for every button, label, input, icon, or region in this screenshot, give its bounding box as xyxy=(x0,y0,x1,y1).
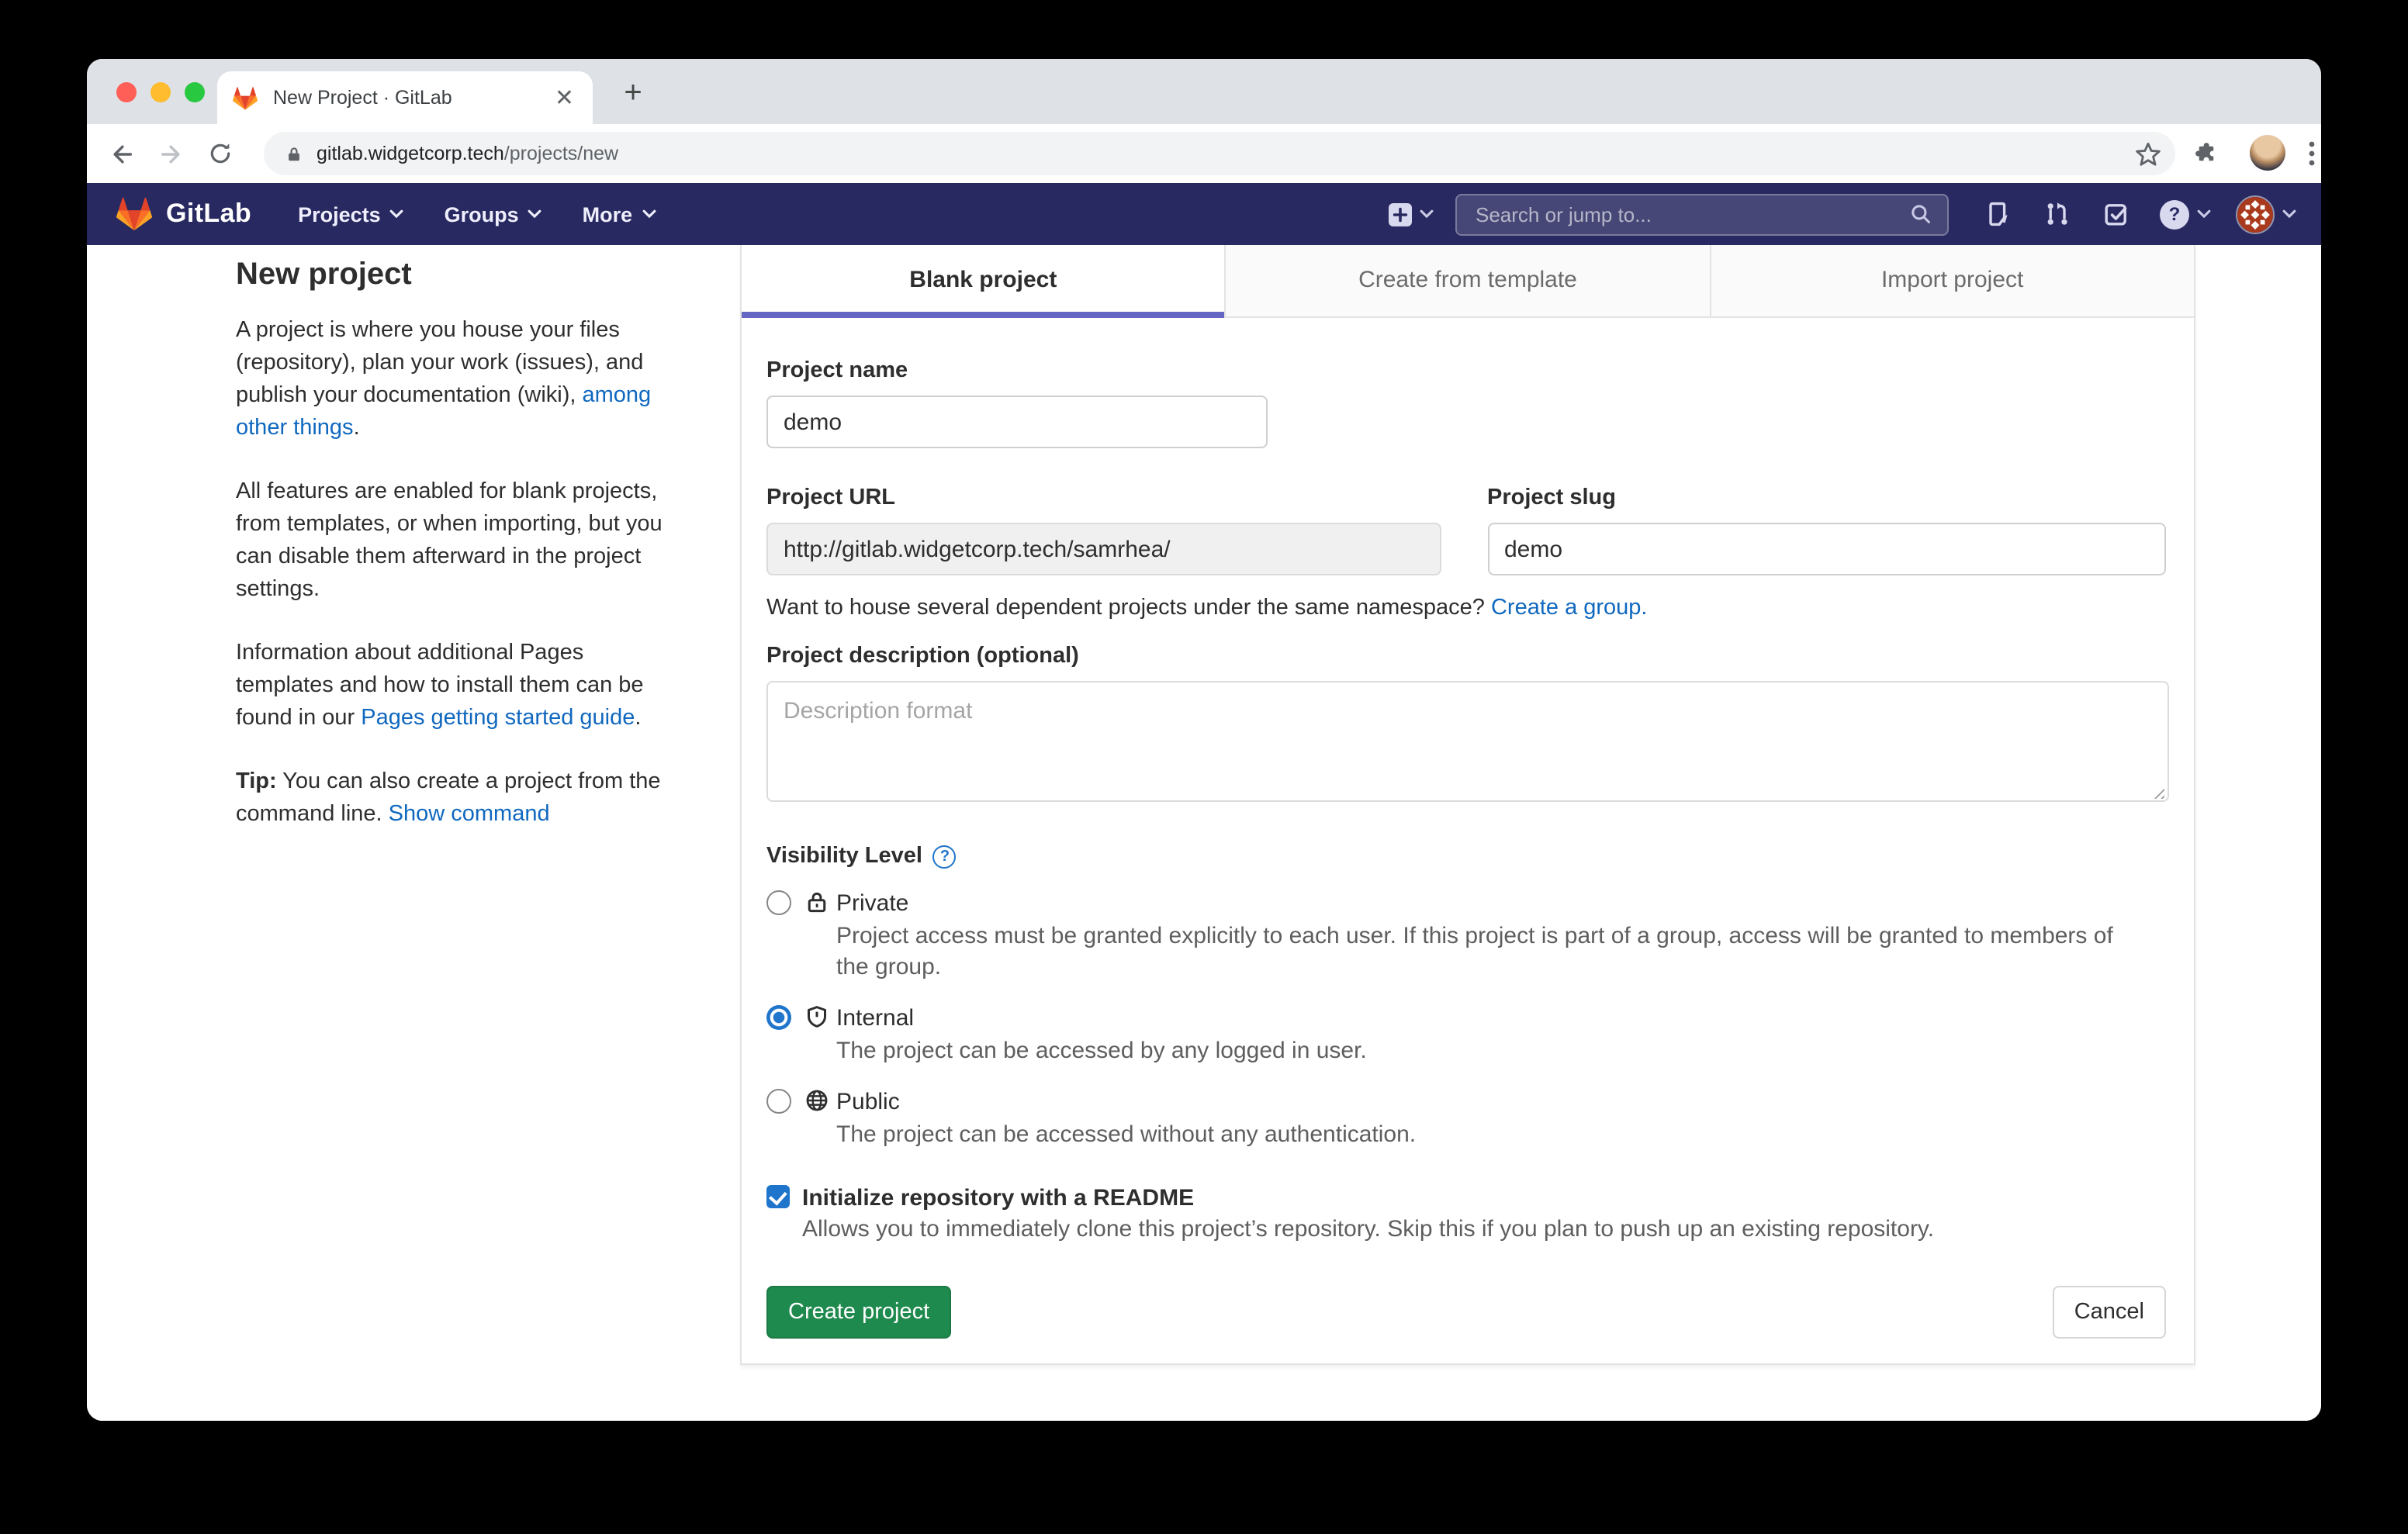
namespace-hint: Want to house several dependent projects… xyxy=(766,596,2166,620)
bookmark-star-icon[interactable] xyxy=(2132,138,2163,169)
tab-create-from-template[interactable]: Create from template xyxy=(1225,245,1710,318)
project-description-label: Project description (optional) xyxy=(766,644,2166,669)
help-icon[interactable]: ? xyxy=(2160,199,2189,229)
new-tab-button[interactable]: + xyxy=(611,73,655,116)
visibility-option-public[interactable]: Public The project can be accessed witho… xyxy=(766,1086,2166,1151)
nav-projects-menu[interactable]: Projects xyxy=(298,202,404,226)
visibility-option-desc: The project can be accessed without any … xyxy=(836,1120,2115,1151)
search-icon xyxy=(1910,203,1932,225)
chevron-down-icon xyxy=(528,209,542,219)
nav-groups-menu[interactable]: Groups xyxy=(445,202,542,226)
chevron-down-icon xyxy=(642,209,656,219)
visibility-option-internal[interactable]: Internal The project can be accessed by … xyxy=(766,1002,2166,1067)
window-minimize-button[interactable] xyxy=(150,82,171,102)
new-menu-button[interactable] xyxy=(1387,201,1434,227)
forward-icon[interactable] xyxy=(155,138,186,169)
tab-import-project[interactable]: Import project xyxy=(1709,245,2194,318)
project-description-textarea[interactable] xyxy=(766,681,2169,802)
https-lock-icon xyxy=(285,143,303,164)
visibility-level-label: Visibility Level xyxy=(766,844,922,869)
create-group-link[interactable]: Create a group. xyxy=(1491,596,1648,620)
issues-icon[interactable] xyxy=(1983,199,2014,230)
project-name-label: Project name xyxy=(766,358,2166,383)
radio-private[interactable] xyxy=(766,890,791,915)
window-zoom-button[interactable] xyxy=(185,82,205,102)
screen: New Project · GitLab ✕ + gitlab.widgetco… xyxy=(0,0,2408,1534)
chevron-down-icon xyxy=(2197,209,2211,219)
radio-internal-selected[interactable] xyxy=(766,1005,791,1030)
browser-menu-icon[interactable] xyxy=(2296,138,2321,169)
browser-profile-avatar[interactable] xyxy=(2250,135,2285,171)
sidebar-tip: Tip: You can also create a project from … xyxy=(236,766,683,831)
visibility-option-name: Internal xyxy=(836,1002,2166,1035)
visibility-option-name: Private xyxy=(836,887,2166,920)
gitlab-navbar: GitLab Projects Groups More xyxy=(87,183,2321,245)
window-close-button[interactable] xyxy=(116,82,137,102)
url-path: /projects/new xyxy=(504,143,618,164)
tab-blank-project[interactable]: Blank project xyxy=(742,245,1225,318)
visibility-help-icon[interactable]: ? xyxy=(933,845,957,868)
blank-project-form: Project name Project URL Project slug Wa… xyxy=(742,318,2194,1363)
chevron-down-icon xyxy=(390,209,404,219)
lock-icon xyxy=(805,890,824,921)
create-project-button[interactable]: Create project xyxy=(766,1286,951,1339)
merge-requests-icon[interactable] xyxy=(2042,199,2073,230)
visibility-option-desc: Project access must be granted explicitl… xyxy=(836,921,2115,983)
plus-square-icon xyxy=(1387,201,1413,227)
browser-tab[interactable]: New Project · GitLab ✕ xyxy=(217,71,593,124)
page-title: New project xyxy=(236,257,683,293)
project-slug-label: Project slug xyxy=(1487,485,2166,510)
readme-desc: Allows you to immediately clone this pro… xyxy=(802,1214,2166,1246)
globe-icon xyxy=(805,1089,824,1120)
sidebar-paragraph: A project is where you house your files … xyxy=(236,315,683,445)
back-icon[interactable] xyxy=(106,138,137,169)
project-url-label: Project URL xyxy=(766,485,1441,510)
readme-option[interactable]: Initialize repository with a README Allo… xyxy=(766,1182,2166,1246)
chevron-down-icon xyxy=(2282,209,2296,219)
project-type-tabs: Blank project Create from template Impor… xyxy=(742,245,2194,318)
new-project-panel: Blank project Create from template Impor… xyxy=(740,245,2195,1365)
todos-icon[interactable] xyxy=(2101,199,2132,230)
radio-public[interactable] xyxy=(766,1089,791,1114)
reload-icon[interactable] xyxy=(205,138,236,169)
shield-icon xyxy=(805,1005,824,1036)
readme-label: Initialize repository with a README xyxy=(802,1182,2166,1214)
gitlab-logo[interactable]: GitLab xyxy=(116,197,251,231)
cancel-button[interactable]: Cancel xyxy=(2053,1286,2166,1339)
extensions-puzzle-icon[interactable] xyxy=(2191,138,2222,169)
form-actions: Create project Cancel xyxy=(766,1286,2166,1339)
user-avatar[interactable] xyxy=(2236,195,2275,233)
sidebar-paragraph: Information about additional Pages templ… xyxy=(236,637,683,735)
chevron-down-icon xyxy=(1420,209,1434,219)
show-command-link[interactable]: Show command xyxy=(389,802,550,827)
browser-tabstrip: New Project · GitLab ✕ + xyxy=(87,59,2321,124)
url-bar[interactable]: gitlab.widgetcorp.tech/projects/new xyxy=(264,132,2175,175)
gitlab-navbar-right: ? xyxy=(1387,183,2321,245)
project-name-input[interactable] xyxy=(766,396,1268,448)
url-host: gitlab.widgetcorp.tech xyxy=(317,143,504,164)
readme-checkbox-checked[interactable] xyxy=(766,1185,790,1208)
browser-window: New Project · GitLab ✕ + gitlab.widgetco… xyxy=(87,59,2321,1421)
sidebar-paragraph: All features are enabled for blank proje… xyxy=(236,476,683,606)
visibility-option-desc: The project can be accessed by any logge… xyxy=(836,1036,2115,1067)
tab-close-icon[interactable]: ✕ xyxy=(552,86,577,109)
sidebar-help: New project A project is where you house… xyxy=(236,257,683,862)
browser-toolbar: gitlab.widgetcorp.tech/projects/new xyxy=(87,124,2321,183)
gitlab-favicon-icon xyxy=(233,86,258,109)
search-input[interactable] xyxy=(1472,201,1910,227)
visibility-option-private[interactable]: Private Project access must be granted e… xyxy=(766,887,2166,983)
nav-more-menu[interactable]: More xyxy=(583,202,656,226)
visibility-option-name: Public xyxy=(836,1086,2166,1118)
pages-guide-link[interactable]: Pages getting started guide xyxy=(361,706,635,731)
page-content: New project A project is where you house… xyxy=(87,245,2321,1421)
gitlab-tanuki-icon xyxy=(116,197,152,231)
project-url-input[interactable] xyxy=(766,523,1441,575)
browser-tab-title: New Project · GitLab xyxy=(273,87,552,109)
gitlab-main-menu: Projects Groups More xyxy=(298,202,656,226)
gitlab-brand-text: GitLab xyxy=(166,199,251,230)
project-slug-input[interactable] xyxy=(1487,523,2166,575)
global-search[interactable] xyxy=(1455,193,1949,235)
